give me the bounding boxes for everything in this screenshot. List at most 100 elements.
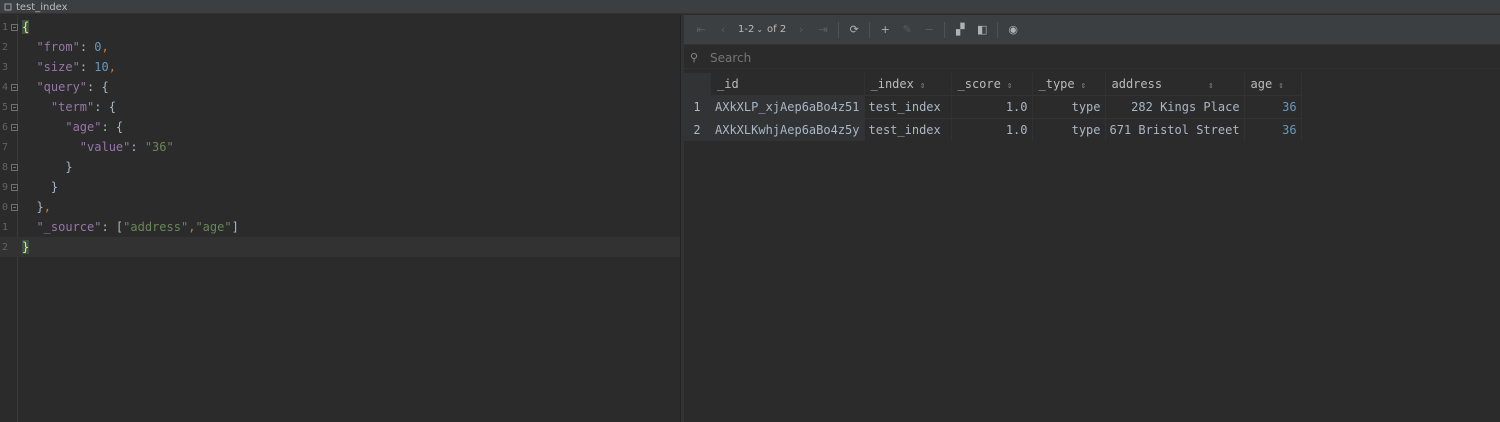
column-header-address[interactable]: address ⇕ — [1105, 73, 1245, 96]
code-text: } — [22, 180, 59, 194]
line-number: 2 — [1, 41, 8, 53]
sort-icon[interactable]: ⇕ — [1208, 81, 1213, 91]
cell-score[interactable]: 1.0 — [951, 95, 1033, 119]
code-line[interactable]: 0 }, — [0, 197, 680, 217]
table-row[interactable]: 1 AXkXLP_xjAep6aBo4z51 test_index 1.0 ty… — [684, 95, 1302, 119]
cell-score[interactable]: 1.0 — [951, 118, 1033, 141]
line-number: 8 — [1, 161, 8, 173]
cell-type[interactable]: type — [1032, 95, 1106, 119]
row-number: 2 — [684, 118, 711, 141]
search-input[interactable] — [708, 49, 1412, 66]
line-number: 7 — [1, 141, 8, 153]
tab-label: test_index — [16, 1, 68, 13]
panel-toggle-icon[interactable]: ◧ — [974, 22, 990, 38]
results-table: _id _index ⇕ _score ⇕ _type ⇕ address ⇕ age ⇕… — [684, 73, 1302, 141]
code-text: "from": 0, — [36, 40, 109, 54]
cell-index[interactable]: test_index — [864, 95, 952, 119]
code-line[interactable]: 6 "age": { — [0, 117, 680, 137]
code-line-current[interactable]: 2 } — [0, 237, 680, 257]
fold-icon[interactable] — [11, 83, 18, 91]
code-line[interactable]: 3 "size": 10, — [0, 57, 680, 77]
view-eye-icon[interactable]: ◉ — [1005, 22, 1021, 38]
refresh-icon[interactable]: ⟳ — [846, 22, 862, 38]
table-row[interactable]: 2 AXkXLKwhjAep6aBo4z5y test_index 1.0 ty… — [684, 118, 1302, 141]
line-number: 5 — [1, 101, 8, 113]
code-line[interactable]: 9 } — [0, 177, 680, 197]
sort-icon[interactable]: ⇕ — [1007, 81, 1012, 91]
results-panel: ⇤ ‹ 1-2 ⌄ of 2 › ⇥ ⟳ + ✎ − ▞ ◧ ◉ ⚲ _id _… — [684, 15, 1500, 422]
fold-icon[interactable] — [11, 23, 18, 31]
line-number: 2 — [1, 241, 8, 253]
column-header-age[interactable]: age ⇕ — [1244, 73, 1302, 96]
query-editor[interactable]: 1 { 2 "from": 0, 3 "size": 10, 4 "query"… — [0, 15, 680, 422]
code-line[interactable]: 2 "from": 0, — [0, 37, 680, 57]
column-header-type[interactable]: _type ⇕ — [1032, 73, 1106, 96]
code-line[interactable]: 1 { — [0, 17, 680, 37]
search-icon: ⚲ — [690, 51, 699, 64]
layout-icon[interactable]: ▞ — [952, 22, 968, 38]
column-label: address — [1111, 77, 1163, 91]
column-header-score[interactable]: _score ⇕ — [951, 73, 1033, 96]
cell-age[interactable]: 36 — [1244, 95, 1302, 119]
column-label: _index — [870, 77, 914, 91]
column-label: _score — [957, 77, 1001, 91]
line-number: 0 — [1, 201, 8, 213]
edit-icon[interactable]: ✎ — [899, 22, 915, 38]
last-page-icon[interactable]: ⇥ — [815, 22, 831, 38]
pager-total: of 2 — [767, 24, 787, 35]
fold-icon[interactable] — [11, 203, 18, 211]
toolbar-separator — [944, 21, 946, 38]
cell-index[interactable]: test_index — [864, 118, 952, 141]
prev-page-icon[interactable]: ‹ — [715, 22, 731, 38]
code-text: }, — [22, 200, 51, 214]
cell-address[interactable]: 282 Kings Place — [1105, 95, 1245, 119]
results-toolbar: ⇤ ‹ 1-2 ⌄ of 2 › ⇥ ⟳ + ✎ − ▞ ◧ ◉ — [684, 15, 1500, 45]
toolbar-separator — [997, 21, 999, 38]
column-label: age — [1250, 77, 1273, 91]
tab-test-index[interactable]: test_index — [0, 0, 74, 14]
fold-icon[interactable] — [11, 163, 18, 171]
line-number: 6 — [1, 121, 8, 133]
cell-id[interactable]: AXkXLP_xjAep6aBo4z51 — [710, 95, 865, 119]
first-page-icon[interactable]: ⇤ — [693, 22, 709, 38]
toolbar-separator — [869, 21, 871, 38]
code-text: } — [22, 240, 30, 254]
code-text: "size": 10, — [36, 60, 116, 74]
column-header-index[interactable]: _index ⇕ — [864, 73, 952, 96]
sort-icon[interactable]: ⇕ — [920, 81, 925, 91]
pager-range: 1-2 — [738, 24, 755, 35]
code-text: "age": { — [65, 120, 124, 134]
sort-icon[interactable]: ⇕ — [1278, 81, 1283, 91]
sort-icon[interactable]: ⇕ — [1081, 81, 1086, 91]
table-header-row: _id _index ⇕ _score ⇕ _type ⇕ address ⇕ age ⇕ — [684, 73, 1302, 96]
code-text: "term": { — [50, 100, 116, 114]
fold-icon[interactable] — [11, 123, 18, 131]
code-text: "query": { — [36, 80, 109, 94]
code-text: "value": "36" — [79, 140, 174, 154]
toolbar-separator — [838, 21, 840, 38]
line-number: 9 — [1, 181, 8, 193]
code-line[interactable]: 5 "term": { — [0, 97, 680, 117]
add-row-icon[interactable]: + — [877, 22, 893, 38]
cell-age[interactable]: 36 — [1244, 118, 1302, 141]
next-page-icon[interactable]: › — [793, 22, 809, 38]
code-line[interactable]: 8 } — [0, 157, 680, 177]
delete-row-icon[interactable]: − — [921, 22, 937, 38]
code-text: } — [22, 160, 73, 174]
fold-icon[interactable] — [11, 103, 18, 111]
pager-range-select[interactable]: 1-2 ⌄ of 2 — [738, 24, 786, 35]
cell-type[interactable]: type — [1032, 118, 1106, 141]
chevron-down-icon: ⌄ — [756, 25, 764, 34]
line-number: 1 — [1, 221, 8, 233]
code-line[interactable]: 1 "_source": ["address","age"] — [0, 217, 680, 237]
cell-address[interactable]: 671 Bristol Street — [1105, 118, 1245, 141]
search-bar: ⚲ — [684, 47, 1500, 69]
code-line[interactable]: 7 "value": "36" — [0, 137, 680, 157]
cell-id[interactable]: AXkXLKwhjAep6aBo4z5y — [710, 118, 865, 141]
column-label: _id — [717, 77, 739, 91]
file-icon — [4, 3, 12, 11]
fold-icon[interactable] — [11, 183, 18, 191]
column-header-id[interactable]: _id — [710, 73, 865, 96]
code-line[interactable]: 4 "query": { — [0, 77, 680, 97]
code-text: "_source": ["address","age"] — [36, 220, 239, 234]
